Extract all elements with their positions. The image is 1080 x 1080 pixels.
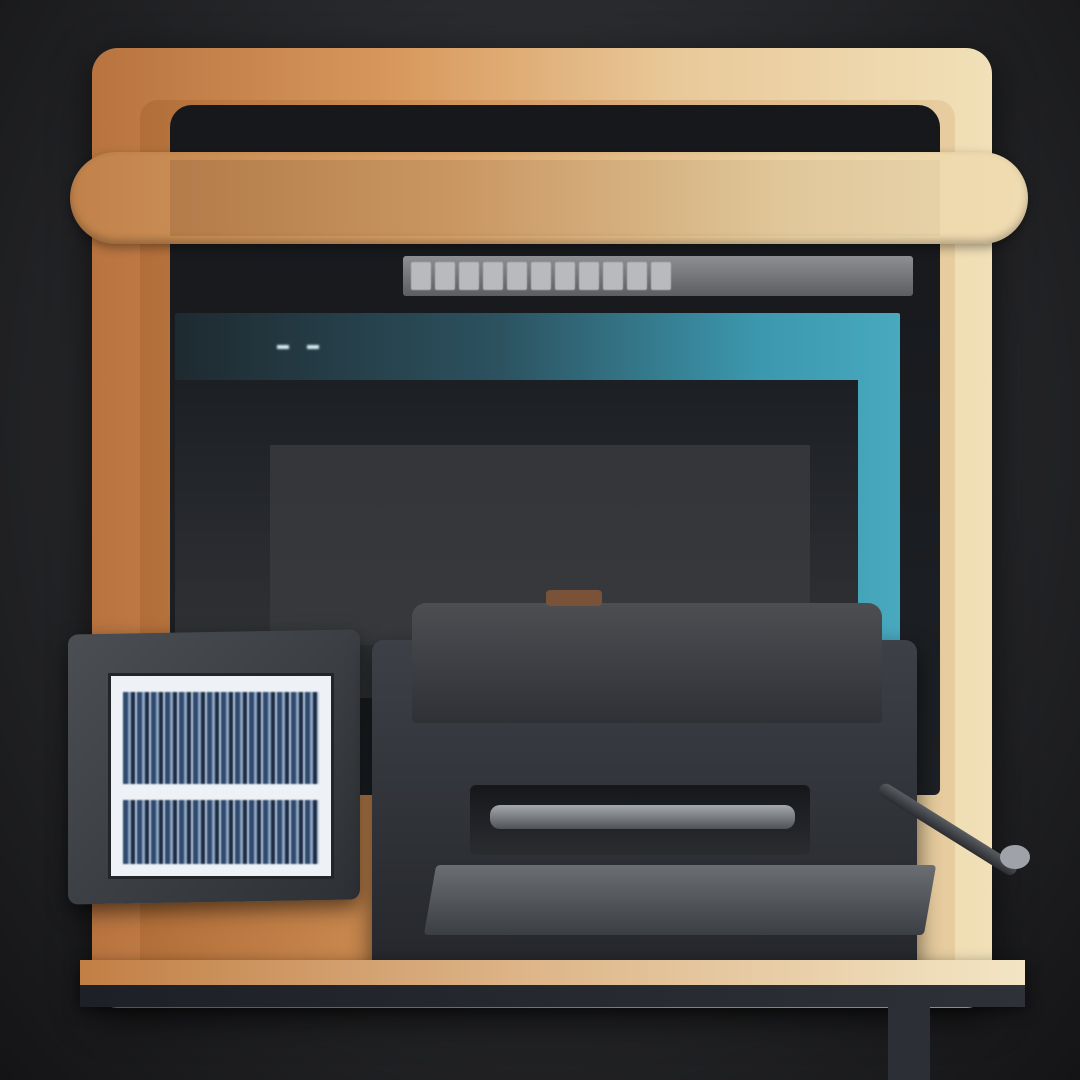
paper-tray[interactable] xyxy=(423,865,937,935)
lever-tip-icon[interactable] xyxy=(1000,845,1030,869)
toolbar-button[interactable] xyxy=(459,262,479,290)
title-bar xyxy=(170,160,940,236)
toolbar-button[interactable] xyxy=(627,262,647,290)
toolbar-button[interactable] xyxy=(555,262,575,290)
toolbar-button[interactable] xyxy=(531,262,551,290)
toolbar-button[interactable] xyxy=(411,262,431,290)
toolbar xyxy=(403,256,913,296)
tablet-content-block xyxy=(123,800,319,864)
tablet-content-block xyxy=(123,692,319,784)
tablet-screen[interactable] xyxy=(108,673,334,879)
header-item-boxed[interactable] xyxy=(307,345,319,349)
toolbar-button[interactable] xyxy=(579,262,599,290)
header-item-boxed[interactable] xyxy=(277,345,289,349)
toolbar-button[interactable] xyxy=(507,262,527,290)
desk-edge xyxy=(80,985,1025,1007)
knob-icon[interactable] xyxy=(546,590,602,606)
window-header xyxy=(175,313,900,381)
roller-icon[interactable] xyxy=(490,805,795,829)
toolbar-button[interactable] xyxy=(435,262,455,290)
toolbar-button[interactable] xyxy=(603,262,623,290)
toolbar-button[interactable] xyxy=(483,262,503,290)
desk-leg xyxy=(888,1005,930,1080)
printer-lid[interactable] xyxy=(412,603,882,723)
toolbar-button[interactable] xyxy=(651,262,671,290)
